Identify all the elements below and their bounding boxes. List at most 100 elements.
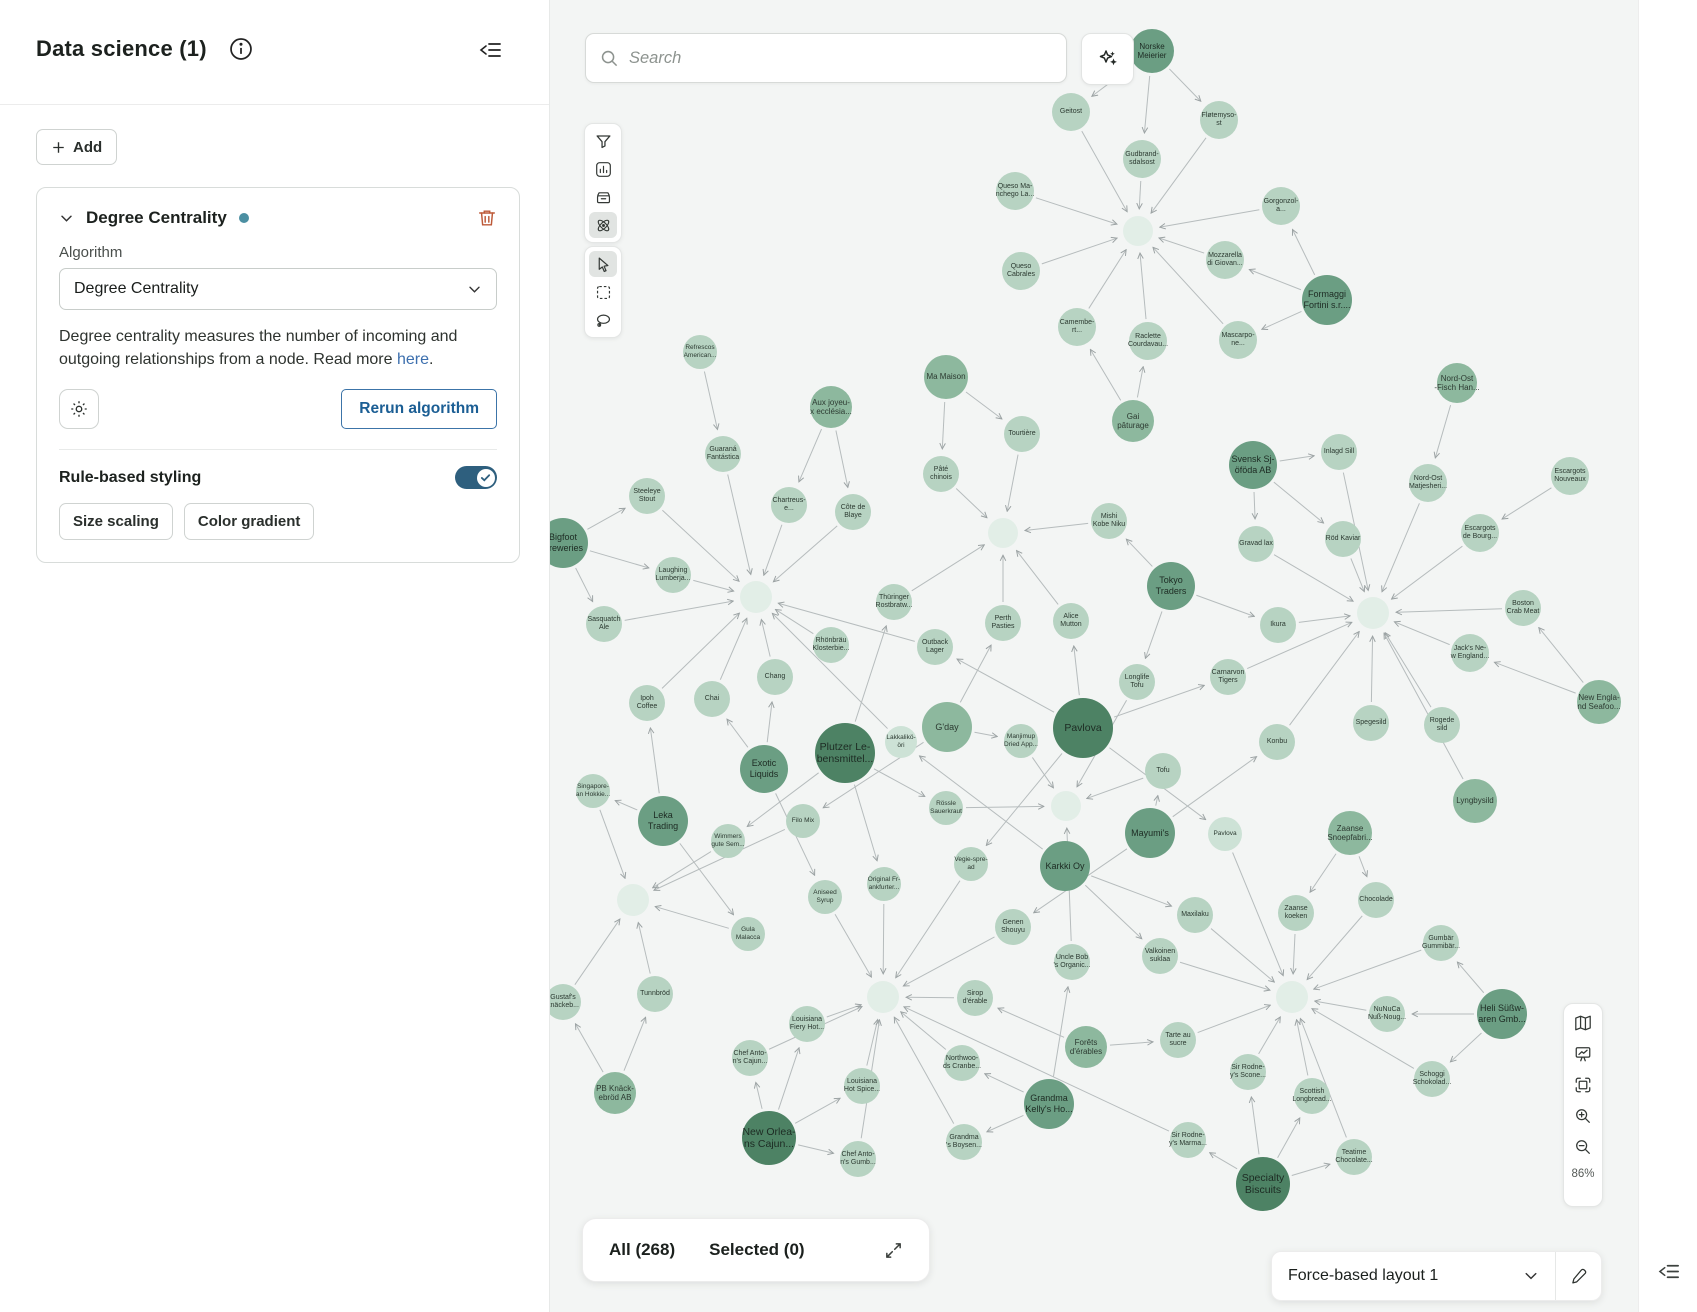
graph-node[interactable]: Escargotsde Bourg... <box>1461 514 1499 552</box>
graph-node[interactable]: AliceMutton <box>1053 603 1089 639</box>
graph-node[interactable]: Gaipâturage <box>1112 400 1154 442</box>
category-node[interactable] <box>867 981 899 1013</box>
graph-node[interactable]: Röd Kaviar <box>1325 521 1361 557</box>
trash-icon[interactable] <box>477 208 497 228</box>
card-header[interactable]: Degree Centrality <box>59 208 497 228</box>
expand-icon[interactable] <box>884 1241 903 1260</box>
fit-view-icon[interactable] <box>1570 1073 1596 1097</box>
graph-node[interactable]: Sir Rodne-y's Marma... <box>1170 1122 1206 1158</box>
graph-node[interactable]: Wimmersgute Sem... <box>711 824 745 858</box>
graph-node[interactable]: Chai <box>694 681 730 717</box>
graph-node[interactable]: LouisianaHot Spice... <box>844 1068 880 1104</box>
graph-node[interactable]: Singapore-an Hokkie... <box>576 774 610 808</box>
graph-node[interactable]: Heli Süßw-aren Gmb... <box>1477 989 1527 1039</box>
graph-node[interactable]: Gorgonzol-a... <box>1262 187 1300 225</box>
graph-node[interactable]: Grandma's Boysen... <box>946 1124 982 1160</box>
graph-node[interactable]: LonglifeTofu <box>1119 664 1155 700</box>
category-node[interactable] <box>617 884 649 916</box>
zoom-in-icon[interactable] <box>1570 1104 1596 1128</box>
graph-node[interactable]: CarnarvonTigers <box>1210 659 1246 695</box>
graph-node[interactable]: TeatimeChocolate... <box>1336 1139 1372 1175</box>
graph-node[interactable]: IpohCoffee <box>629 685 665 721</box>
graph-node[interactable]: G'day <box>922 702 972 752</box>
graph-node[interactable]: Pavlova <box>1053 698 1113 758</box>
tab-all[interactable]: All (268) <box>609 1240 675 1260</box>
category-node[interactable] <box>1357 597 1389 629</box>
settings-button[interactable] <box>59 389 99 429</box>
graph-node[interactable]: Sir Rodne-y's Scone... <box>1230 1054 1266 1090</box>
graph-node[interactable]: Chocolade <box>1358 882 1394 918</box>
search-input[interactable] <box>629 49 1052 68</box>
graph-node[interactable]: BigfootBreweries <box>550 518 588 568</box>
lasso-icon[interactable] <box>589 307 617 333</box>
graph-node[interactable]: Tarte ausucre <box>1160 1022 1196 1058</box>
map-icon[interactable] <box>1570 1011 1596 1035</box>
graph-node[interactable]: SchoggiSchokolad... <box>1414 1061 1450 1097</box>
graph-node[interactable]: Konbu <box>1259 724 1295 760</box>
graph-node[interactable]: New Orlea-ns Cajun... <box>742 1111 796 1165</box>
graph-node[interactable]: Tofu <box>1145 753 1181 789</box>
graph-node[interactable]: Chef Anto-n's Gumb... <box>840 1141 876 1177</box>
graph-node[interactable]: RössleSauerkraut <box>929 791 963 825</box>
graph-node[interactable]: Gudbrand-sdalsost <box>1123 140 1161 178</box>
graph-node[interactable]: MishiKobe Niku <box>1091 503 1127 539</box>
graph-node[interactable]: Chang <box>757 659 793 695</box>
graph-node[interactable]: Filo Mix <box>786 804 820 838</box>
graph-node[interactable]: LaughingLumberja... <box>655 557 691 593</box>
graph-node[interactable]: Original Fr-ankfurter... <box>867 867 901 901</box>
graph-node[interactable]: GrandmaKelly's Ho... <box>1024 1079 1074 1129</box>
graph-node[interactable]: New Engla-nd Seafoo... <box>1577 680 1621 724</box>
presentation-icon[interactable] <box>1570 1042 1596 1066</box>
graph-node[interactable]: GumbärGummibär... <box>1423 925 1459 961</box>
edit-layout-button[interactable] <box>1555 1252 1601 1300</box>
graph-node[interactable]: SasquatchAle <box>586 606 622 642</box>
graph-node[interactable]: Ikura <box>1260 607 1296 643</box>
tab-selected[interactable]: Selected (0) <box>709 1240 804 1260</box>
graph-node[interactable]: EscargotsNouveaux <box>1551 457 1589 495</box>
graph-node[interactable]: Pâtéchinois <box>923 456 959 492</box>
graph-node[interactable]: Gravad lax <box>1238 526 1274 562</box>
graph-node[interactable]: TokyoTraders <box>1147 562 1195 610</box>
graph-canvas[interactable]: NorskeMeierierGeitostFløtemyso-stGudbran… <box>550 0 1638 1312</box>
graph-node[interactable]: GuaranáFantástica <box>705 436 741 472</box>
graph-node[interactable]: ThüringerRostbratw... <box>876 584 912 620</box>
graph-node[interactable]: Camembe-rt... <box>1058 308 1096 346</box>
graph-node[interactable]: Mayumi's <box>1125 808 1175 858</box>
graph-node[interactable]: Gustaf'sknäckeb... <box>550 984 581 1020</box>
graph-node[interactable]: BostonCrab Meat <box>1505 590 1541 626</box>
graph-node[interactable]: Uncle Bob's Organic... <box>1054 944 1090 980</box>
graph-node[interactable]: RefrescosAmerican... <box>683 335 717 369</box>
graph-node[interactable]: Fløtemyso-st <box>1200 101 1238 139</box>
graph-node[interactable]: SpecialtyBiscuits <box>1236 1157 1290 1211</box>
chevron-down-icon[interactable] <box>59 211 74 226</box>
graph-node[interactable]: Svensk Sj-öföda AB <box>1229 441 1277 489</box>
graph-node[interactable]: AniseedSyrup <box>808 880 842 914</box>
color-gradient-button[interactable]: Color gradient <box>184 503 315 540</box>
graph-node[interactable]: PB Knäck-ebröd AB <box>594 1072 636 1114</box>
graph-node[interactable]: Vegie-spre-ad <box>954 847 988 881</box>
graph-node[interactable]: Siropd'érable <box>957 980 993 1016</box>
marquee-select-icon[interactable] <box>589 279 617 305</box>
graph-node[interactable]: Maxilaku <box>1177 897 1213 933</box>
graph-node[interactable]: Tunnbröd <box>637 976 673 1012</box>
info-icon[interactable] <box>228 36 254 62</box>
graph-node[interactable]: Karkki Oy <box>1040 841 1090 891</box>
graph-node[interactable]: Lyngbysild <box>1453 779 1497 823</box>
read-more-link[interactable]: here <box>397 351 429 368</box>
graph-node[interactable]: Pavlova <box>1208 817 1242 851</box>
graph-node[interactable]: RhönbräuKlosterbie... <box>813 627 849 663</box>
graph-node[interactable]: FormaggiFortini s.r.... <box>1302 275 1352 325</box>
archive-icon[interactable] <box>589 184 617 210</box>
graph-node[interactable]: Nord-OstMatjesheri... <box>1409 464 1447 502</box>
graph-node[interactable]: Tourtière <box>1004 416 1040 452</box>
graph-node[interactable]: NuNuCaNuß-Noug... <box>1369 996 1405 1032</box>
graph-node[interactable]: ZaanseSnoepfabri... <box>1328 811 1372 855</box>
graph-node[interactable]: ExoticLiquids <box>740 745 788 793</box>
graph-node[interactable]: ScottishLongbread... <box>1294 1078 1330 1114</box>
graph-node[interactable]: Côte deBlaye <box>835 494 871 530</box>
graph-node[interactable]: Geitost <box>1052 93 1090 131</box>
graph-node[interactable]: GulaMalacca <box>731 917 765 951</box>
graph-node[interactable]: Spegesild <box>1353 705 1389 741</box>
cursor-icon[interactable] <box>589 251 617 277</box>
graph-node[interactable]: GenenShouyu <box>995 909 1031 945</box>
